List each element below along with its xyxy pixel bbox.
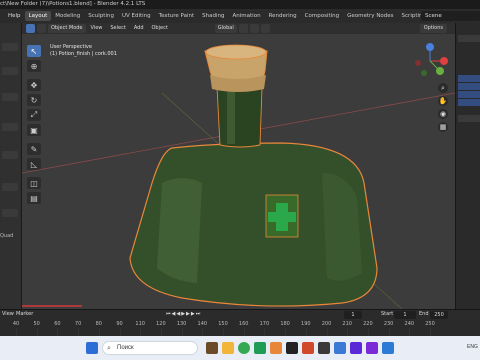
app-icon[interactable] — [366, 342, 378, 354]
app-icon[interactable] — [270, 342, 282, 354]
neck-highlight — [227, 89, 235, 144]
timeline-editor[interactable]: View Marker ⏮◀◀▶▶▶⏭ 1 Start 1 End 250 40… — [0, 309, 480, 337]
left-side-panel: Quad — [0, 23, 22, 309]
timeline-marker-menu[interactable]: Marker — [16, 311, 33, 317]
tab-texture-paint[interactable]: Texture Paint — [155, 11, 199, 21]
timeline-header: View Marker ⏮◀◀▶▶▶⏭ 1 Start 1 End 250 — [0, 310, 480, 320]
timeline-tick-label: 60 — [54, 321, 61, 327]
tab-compositing[interactable]: Compositing — [301, 11, 343, 21]
vscode-icon[interactable] — [382, 342, 394, 354]
panel-widget[interactable] — [2, 43, 18, 51]
navigation-gizmo[interactable] — [410, 41, 450, 81]
timeline-tick-label: 150 — [218, 321, 228, 327]
panel-widget[interactable] — [2, 93, 18, 101]
language-indicator[interactable]: ENG — [467, 344, 478, 350]
current-frame-field[interactable]: 1 — [344, 311, 362, 319]
outliner-row[interactable] — [458, 99, 480, 106]
pan-hand-icon[interactable]: ✋ — [438, 96, 448, 106]
outliner-header[interactable] — [458, 35, 480, 42]
window-title: ct\New Folder (7)\Potions1.blend] - Blen… — [0, 1, 146, 7]
tab-modeling[interactable]: Modeling — [51, 11, 84, 21]
timeline-tick-label: 40 — [12, 321, 20, 327]
timeline-tick-label: 250 — [425, 321, 435, 327]
tab-animation[interactable]: Animation — [229, 11, 265, 21]
chrome-icon[interactable] — [238, 342, 250, 354]
cross-label-icon — [265, 194, 299, 238]
timeline-tick-label: 240 — [404, 321, 415, 327]
tab-shading[interactable]: Shading — [198, 11, 228, 21]
timeline-tick-label: 130 — [176, 321, 187, 327]
panel-widget[interactable] — [2, 67, 18, 75]
timeline-tick-label: 230 — [383, 321, 394, 327]
tab-layout[interactable]: Layout — [24, 11, 52, 21]
panel-widget[interactable] — [2, 183, 18, 191]
app-icon[interactable] — [318, 342, 330, 354]
panel-widget[interactable] — [2, 209, 18, 217]
gizmo-x-icon — [440, 57, 448, 65]
camera-view-icon[interactable]: ◉ — [438, 109, 448, 119]
cork-top — [205, 44, 267, 60]
app-icon[interactable] — [334, 342, 346, 354]
potion-bottle-neck — [216, 86, 263, 148]
timeline-tick-label: 90 — [116, 321, 123, 327]
quad-label: Quad — [0, 233, 14, 239]
end-label: End — [419, 311, 429, 317]
gizmo-y-icon — [436, 67, 444, 75]
blender-icon[interactable] — [302, 342, 314, 354]
end-frame-field[interactable]: 250 — [430, 311, 448, 319]
search-box[interactable]: ⌕ Поиск — [102, 341, 198, 355]
taskview-icon[interactable] — [206, 342, 218, 354]
outliner-row[interactable] — [458, 75, 480, 82]
workspace-bar: Help Layout Modeling Sculpting UV Editin… — [0, 9, 480, 23]
timeline-tick-label: 80 — [95, 321, 102, 327]
panel-widget[interactable] — [2, 123, 18, 131]
playback-controls-icon[interactable]: ⏮◀◀▶▶▶⏭ — [166, 311, 201, 317]
tab-rendering[interactable]: Rendering — [265, 11, 301, 21]
timeline-tick-label: 110 — [135, 321, 145, 327]
app-icon[interactable] — [286, 342, 298, 354]
timeline-tick-label: 190 — [301, 321, 311, 327]
timeline-tick-label: 120 — [156, 321, 166, 327]
panel-widget[interactable] — [2, 151, 18, 159]
timeline-tick-label: 200 — [321, 321, 332, 327]
file-explorer-icon[interactable] — [222, 342, 234, 354]
start-label: Start — [381, 311, 394, 317]
help-menu[interactable]: Help — [0, 13, 25, 19]
scene-selector[interactable]: Scene — [421, 11, 480, 21]
taskbar: ⌕ Поиск ENG — [0, 336, 480, 360]
search-placeholder: Поиск — [117, 345, 134, 351]
search-icon: ⌕ — [107, 344, 111, 352]
outliner-panel — [455, 23, 480, 309]
pycharm-icon[interactable] — [254, 342, 266, 354]
timeline-tick-label: 50 — [33, 321, 40, 327]
gizmo-z-icon — [426, 43, 434, 51]
timeline-tick-label: 160 — [238, 321, 249, 327]
tab-uv-editing[interactable]: UV Editing — [118, 11, 155, 21]
start-menu-icon[interactable] — [86, 342, 98, 354]
viewport-scene — [22, 44, 455, 309]
outliner-row[interactable] — [458, 91, 480, 98]
visual-studio-icon[interactable] — [350, 342, 362, 354]
tab-sculpting[interactable]: Sculpting — [84, 11, 118, 21]
start-frame-field[interactable]: 1 — [394, 311, 416, 319]
timeline-tick-label: 220 — [363, 321, 373, 327]
zoom-icon[interactable]: ⌕ — [438, 83, 448, 93]
bottle-highlight — [157, 178, 202, 283]
tab-geometry-nodes[interactable]: Geometry Nodes — [343, 11, 397, 21]
outliner-row[interactable] — [458, 115, 480, 122]
outliner-row[interactable] — [458, 83, 480, 90]
perspective-toggle-icon[interactable]: ▦ — [438, 122, 448, 132]
timeline-tick-label: 170 — [259, 321, 270, 327]
timeline-tick-label: 210 — [342, 321, 352, 327]
window-titlebar: ct\New Folder (7)\Potions1.blend] - Blen… — [0, 0, 480, 9]
3d-viewport[interactable]: Object Mode View Select Add Object Globa… — [22, 23, 455, 309]
timeline-tick-label: 180 — [280, 321, 290, 327]
timeline-tick-label: 70 — [74, 321, 82, 327]
timeline-view-menu[interactable]: View — [2, 311, 14, 317]
timeline-tick-label: 140 — [197, 321, 208, 327]
